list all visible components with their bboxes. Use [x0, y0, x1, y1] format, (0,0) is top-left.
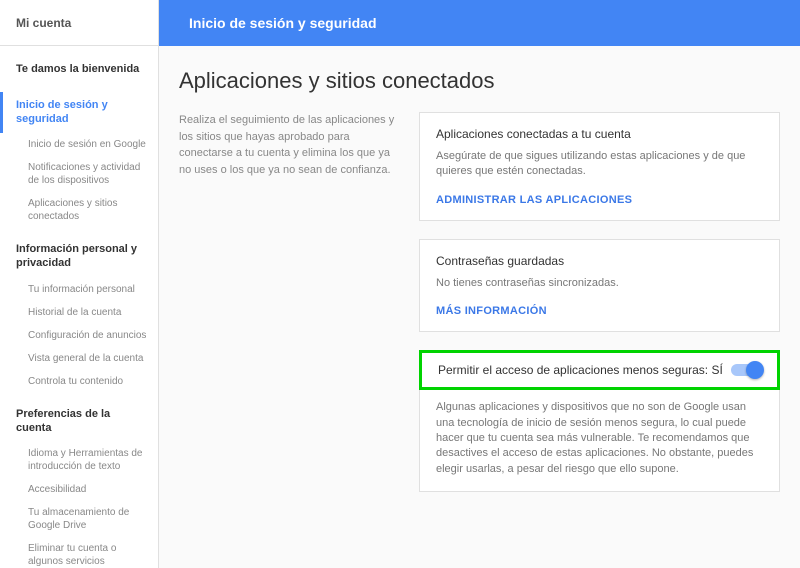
sidebar-item-welcome[interactable]: Te damos la bienvenida [0, 56, 158, 84]
sidebar-sub-control-content[interactable]: Controla tu contenido [0, 370, 158, 393]
toggle-knob [746, 361, 764, 379]
sidebar-sub-language[interactable]: Idioma y Herramientas de introducción de… [0, 442, 158, 478]
manage-apps-link[interactable]: ADMINISTRAR LAS APLICACIONES [436, 194, 763, 206]
sidebar-sub-device-activity[interactable]: Notificaciones y actividad de los dispos… [0, 156, 158, 192]
card-saved-passwords: Contraseñas guardadas No tienes contrase… [419, 239, 780, 332]
less-secure-label: Permitir el acceso de aplicaciones menos… [438, 363, 723, 377]
less-secure-toggle-row: Permitir el acceso de aplicaciones menos… [419, 350, 780, 390]
sidebar-sub-signin-google[interactable]: Inicio de sesión en Google [0, 133, 158, 156]
intro-column: Realiza el seguimiento de las aplicacion… [179, 112, 399, 492]
sidebar-sub-accessibility[interactable]: Accesibilidad [0, 478, 158, 501]
more-info-link[interactable]: MÁS INFORMACIÓN [436, 305, 763, 317]
less-secure-note: Algunas aplicaciones y dispositivos que … [436, 400, 763, 477]
card-passwords-text: No tienes contraseñas sincronizadas. [436, 276, 763, 291]
card-passwords-title: Contraseñas guardadas [436, 254, 763, 268]
less-secure-toggle[interactable] [731, 364, 761, 376]
sidebar: Mi cuenta Te damos la bienvenida Inicio … [0, 0, 159, 568]
card-less-secure: Permitir el acceso de aplicaciones menos… [419, 350, 780, 492]
main: Inicio de sesión y seguridad Aplicacione… [159, 0, 800, 568]
sidebar-sub-account-history[interactable]: Historial de la cuenta [0, 301, 158, 324]
sidebar-item-signin-security[interactable]: Inicio de sesión y seguridad [0, 92, 158, 134]
sidebar-item-personal-info[interactable]: Información personal y privacidad [0, 236, 158, 278]
intro-text: Realiza el seguimiento de las aplicacion… [179, 112, 399, 178]
card-connected-apps: Aplicaciones conectadas a tu cuenta Aseg… [419, 112, 780, 221]
sidebar-sub-connected-apps[interactable]: Aplicaciones y sitios conectados [0, 192, 158, 228]
card-connected-title: Aplicaciones conectadas a tu cuenta [436, 127, 763, 141]
sidebar-sub-delete-account[interactable]: Eliminar tu cuenta o algunos servicios [0, 537, 158, 568]
cards-column: Aplicaciones conectadas a tu cuenta Aseg… [419, 112, 780, 492]
sidebar-sub-drive-storage[interactable]: Tu almacenamiento de Google Drive [0, 501, 158, 537]
sidebar-item-account-prefs[interactable]: Preferencias de la cuenta [0, 401, 158, 443]
page-title: Aplicaciones y sitios conectados [179, 68, 780, 94]
sidebar-nav: Te damos la bienvenida Inicio de sesión … [0, 46, 158, 568]
main-body: Aplicaciones y sitios conectados Realiza… [159, 46, 800, 568]
sidebar-sub-ads-settings[interactable]: Configuración de anuncios [0, 324, 158, 347]
sidebar-sub-your-info[interactable]: Tu información personal [0, 278, 158, 301]
card-connected-text: Asegúrate de que sigues utilizando estas… [436, 149, 763, 180]
account-title: Mi cuenta [0, 0, 158, 46]
page-header: Inicio de sesión y seguridad [159, 0, 800, 46]
sidebar-sub-account-overview[interactable]: Vista general de la cuenta [0, 347, 158, 370]
